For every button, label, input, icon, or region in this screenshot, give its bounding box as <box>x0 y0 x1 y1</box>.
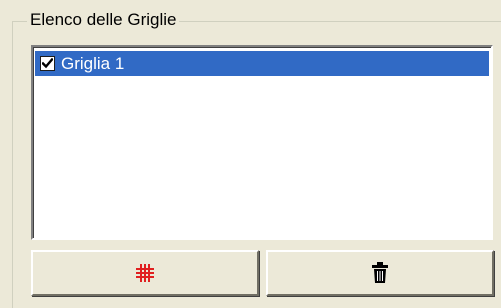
trash-icon <box>369 261 391 285</box>
list-item[interactable]: Griglia 1 <box>35 51 489 76</box>
groupbox-title: Elenco delle Griglie <box>27 9 180 31</box>
add-grid-button[interactable] <box>31 250 259 296</box>
item-checkbox[interactable] <box>40 56 55 71</box>
grid-icon <box>134 262 156 284</box>
grid-listbox[interactable]: Griglia 1 <box>31 45 493 240</box>
grid-list-panel: Elenco delle Griglie Griglia 1 <box>0 0 501 308</box>
list-item-label: Griglia 1 <box>61 54 125 73</box>
check-icon <box>42 58 53 69</box>
delete-grid-button[interactable] <box>266 250 494 296</box>
